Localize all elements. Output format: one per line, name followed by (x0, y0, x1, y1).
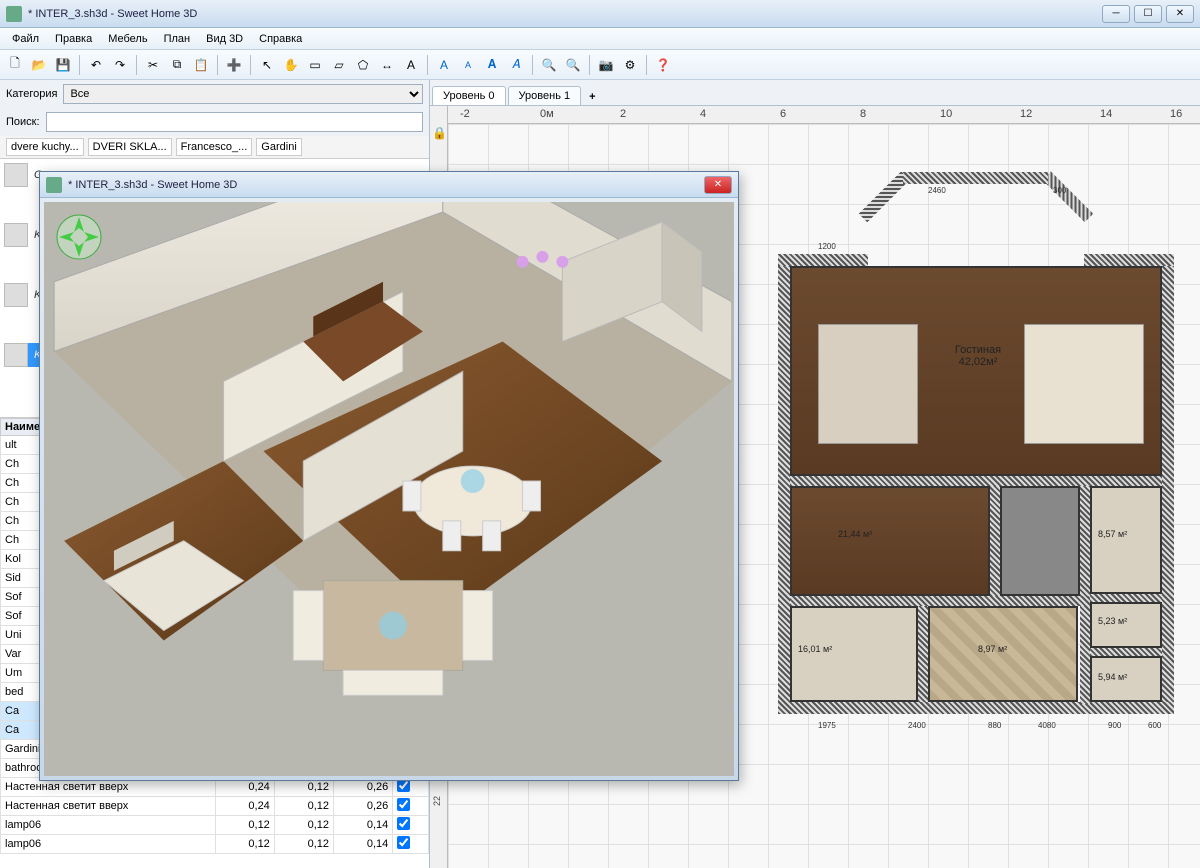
maximize-button[interactable]: ☐ (1134, 5, 1162, 23)
help-icon[interactable]: ❓ (652, 54, 674, 76)
menu-file[interactable]: Файл (4, 30, 47, 48)
category-label: Категория (6, 88, 57, 100)
search-label: Поиск: (6, 116, 40, 128)
add-furniture-icon[interactable]: ➕ (223, 54, 245, 76)
app-titlebar: * INTER_3.sh3d - Sweet Home 3D ─ ☐ ✕ (0, 0, 1200, 28)
menu-3dview[interactable]: Вид 3D (198, 30, 251, 48)
dining-set[interactable] (818, 324, 918, 444)
table-row[interactable]: Настенная светит вверх0,240,120,26 (1, 797, 429, 816)
ruler-horizontal: -2 0м 2 4 6 8 10 12 14 16 (430, 106, 1200, 124)
3d-close-button[interactable]: ✕ (704, 176, 732, 194)
furniture-tabs: dvere kuchy... DVERI SKLA... Francesco_.… (0, 136, 429, 158)
menu-help[interactable]: Справка (251, 30, 310, 48)
table-row[interactable]: lamp060,120,120,14 (1, 816, 429, 835)
camera-icon[interactable]: 📷 (595, 54, 617, 76)
text-size-minus-icon[interactable]: A (457, 54, 479, 76)
toolbar: 🗋 📂 💾 ↶ ↷ ✂ ⧉ 📋 ➕ ↖ ✋ ▭ ▱ ⬠ ↔ A A A 𝐀 𝐴 … (0, 50, 1200, 80)
lock-icon[interactable]: 🔒 (432, 126, 447, 140)
3d-viewport[interactable] (44, 202, 734, 776)
room-a1 (790, 486, 990, 596)
3d-scene (44, 202, 734, 776)
new-icon[interactable]: 🗋 (4, 54, 26, 76)
select-tool-icon[interactable]: ↖ (256, 54, 278, 76)
undo-icon[interactable]: ↶ (85, 54, 107, 76)
save-icon[interactable]: 💾 (52, 54, 74, 76)
sofa-set[interactable] (1024, 324, 1144, 444)
category-select[interactable]: Все (63, 84, 423, 104)
add-level-button[interactable]: + (583, 89, 601, 105)
close-button[interactable]: ✕ (1166, 5, 1194, 23)
app-icon (6, 6, 22, 22)
room-tool-icon[interactable]: ▱ (328, 54, 350, 76)
compass-icon[interactable] (54, 212, 104, 262)
room-a4 (928, 606, 1078, 702)
polyline-tool-icon[interactable]: ⬠ (352, 54, 374, 76)
redo-icon[interactable]: ↷ (109, 54, 131, 76)
search-input[interactable] (46, 112, 423, 132)
bold-icon[interactable]: 𝐀 (481, 54, 503, 76)
furniture-tab[interactable]: DVERI SKLA... (88, 138, 172, 156)
tab-level-0[interactable]: Уровень 0 (432, 86, 506, 105)
dimension-tool-icon[interactable]: ↔ (376, 54, 398, 76)
floor-plan-drawing[interactable]: Гостиная 42,02м² 21,44 м² 8,57 м² (778, 194, 1174, 714)
text-tool-icon[interactable]: A (400, 54, 422, 76)
room-a2 (1090, 486, 1162, 594)
menubar: Файл Правка Мебель План Вид 3D Справка (0, 28, 1200, 50)
open-icon[interactable]: 📂 (28, 54, 50, 76)
paste-icon[interactable]: 📋 (190, 54, 212, 76)
preferences-icon[interactable]: ⚙ (619, 54, 641, 76)
room-a5 (790, 606, 918, 702)
pan-tool-icon[interactable]: ✋ (280, 54, 302, 76)
stairwell (1000, 486, 1080, 596)
room-living-label: Гостиная 42,02м² (928, 344, 1028, 368)
cut-icon[interactable]: ✂ (142, 54, 164, 76)
menu-edit[interactable]: Правка (47, 30, 100, 48)
copy-icon[interactable]: ⧉ (166, 54, 188, 76)
app-title: * INTER_3.sh3d - Sweet Home 3D (28, 8, 1102, 20)
tab-level-1[interactable]: Уровень 1 (508, 86, 582, 105)
zoom-in-icon[interactable]: 🔍 (538, 54, 560, 76)
italic-icon[interactable]: 𝐴 (505, 54, 527, 76)
app-icon (46, 177, 62, 193)
furniture-tab[interactable]: dvere kuchy... (6, 138, 84, 156)
minimize-button[interactable]: ─ (1102, 5, 1130, 23)
text-size-plus-icon[interactable]: A (433, 54, 455, 76)
3d-window-title: * INTER_3.sh3d - Sweet Home 3D (68, 179, 704, 191)
menu-plan[interactable]: План (156, 30, 199, 48)
menu-furniture[interactable]: Мебель (100, 30, 155, 48)
wall-tool-icon[interactable]: ▭ (304, 54, 326, 76)
furniture-tab[interactable]: Gardini (256, 138, 301, 156)
furniture-tab[interactable]: Francesco_... (176, 138, 253, 156)
table-row[interactable]: lamp060,120,120,14 (1, 835, 429, 854)
3d-view-window[interactable]: * INTER_3.sh3d - Sweet Home 3D ✕ (39, 171, 739, 781)
zoom-out-icon[interactable]: 🔍 (562, 54, 584, 76)
